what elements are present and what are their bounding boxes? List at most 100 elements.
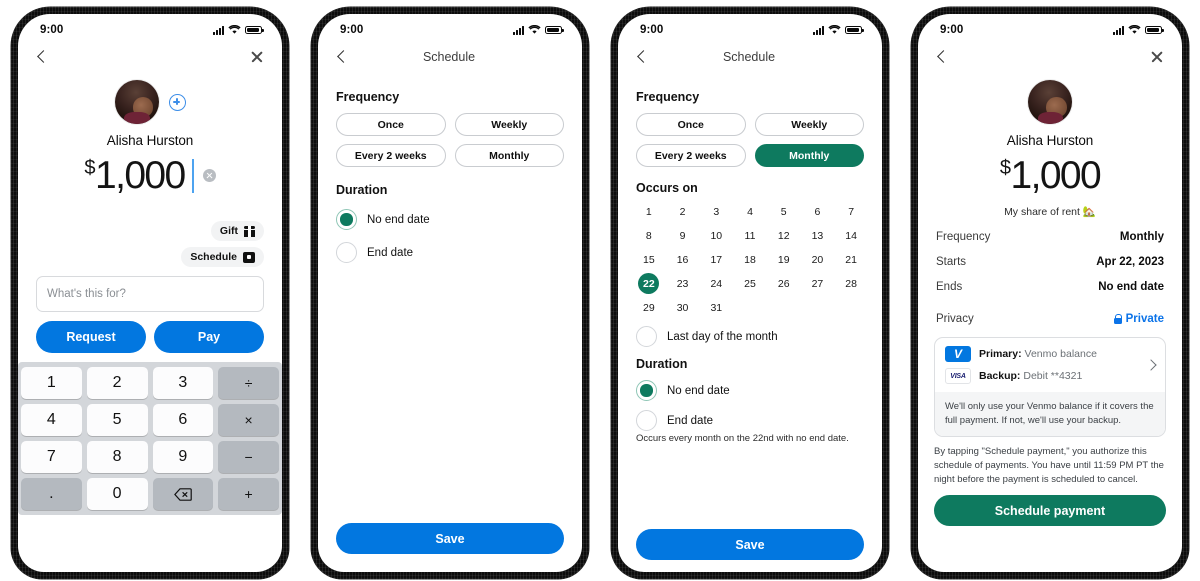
day-cell[interactable]: 28 [834, 273, 868, 294]
schedule-button[interactable]: Schedule [181, 247, 264, 267]
day-cell[interactable]: 7 [834, 201, 868, 222]
key-0[interactable]: 0 [86, 478, 148, 510]
day-cell[interactable]: 24 [699, 273, 733, 294]
detail-row-starts: Starts Apr 22, 2023 [918, 256, 1182, 268]
day-cell[interactable]: 5 [767, 201, 801, 222]
frequency-options: Once Weekly Every 2 weeks Monthly [618, 104, 882, 167]
calendar-icon [243, 251, 255, 263]
detail-key: Starts [936, 256, 967, 268]
payment-method-backup: VISA Backup: Debit **4321 [945, 368, 1133, 384]
chip-group: Gift Schedule [18, 221, 282, 267]
frequency-option-monthly[interactable]: Monthly [754, 144, 864, 167]
backspace-icon [173, 487, 192, 501]
day-cell-selected[interactable]: 22 [632, 273, 666, 294]
key-minus[interactable]: − [218, 441, 279, 473]
save-button[interactable]: Save [636, 529, 864, 560]
day-cell[interactable]: 10 [699, 225, 733, 246]
duration-option-no-end-date[interactable]: No end date [318, 209, 582, 230]
chevron-right-icon[interactable] [1146, 361, 1155, 370]
day-cell[interactable]: 13 [801, 225, 835, 246]
day-cell[interactable]: 1 [632, 201, 666, 222]
day-cell[interactable]: 6 [801, 201, 835, 222]
key-backspace[interactable] [152, 478, 214, 510]
back-button[interactable] [936, 51, 948, 63]
last-day-of-month-option[interactable]: Last day of the month [618, 326, 882, 347]
day-cell[interactable]: 16 [666, 249, 700, 270]
request-button[interactable]: Request [36, 321, 146, 353]
add-person-icon[interactable] [168, 93, 186, 111]
day-cell[interactable]: 30 [666, 297, 700, 318]
day-cell[interactable]: 8 [632, 225, 666, 246]
save-button[interactable]: Save [336, 523, 564, 554]
key-3[interactable]: 3 [152, 367, 214, 399]
status-time: 9:00 [40, 24, 64, 36]
gift-button[interactable]: Gift [210, 221, 264, 241]
duration-option-end-date[interactable]: End date [618, 410, 882, 431]
frequency-option-weekly[interactable]: Weekly [754, 113, 864, 136]
day-cell[interactable]: 3 [699, 201, 733, 222]
day-cell[interactable]: 25 [733, 273, 767, 294]
frequency-option-every-2-weeks[interactable]: Every 2 weeks [336, 144, 446, 167]
frequency-option-monthly[interactable]: Monthly [454, 144, 564, 167]
payment-note: My share of rent 🏡 [1004, 206, 1096, 218]
status-bar: 9:00 [918, 14, 1182, 40]
day-cell[interactable]: 29 [632, 297, 666, 318]
back-button[interactable] [36, 51, 48, 63]
key-plus[interactable]: + [218, 478, 279, 510]
key-divide[interactable]: ÷ [218, 367, 279, 399]
key-7[interactable]: 7 [21, 441, 82, 473]
status-indicators [813, 25, 864, 35]
back-button[interactable] [636, 51, 648, 63]
key-multiply[interactable]: × [218, 404, 279, 436]
key-decimal[interactable]: . [21, 478, 82, 510]
back-button[interactable] [336, 51, 348, 63]
key-1[interactable]: 1 [21, 367, 82, 399]
day-cell[interactable]: 21 [834, 249, 868, 270]
phone-amount-entry: 9:00 Alisha Hurston $1,000 Gift Schedule… [0, 0, 300, 581]
key-9[interactable]: 9 [152, 441, 214, 473]
close-button[interactable] [250, 50, 264, 64]
duration-option-no-end-date[interactable]: No end date [618, 380, 882, 401]
day-cell[interactable]: 14 [834, 225, 868, 246]
day-cell[interactable]: 26 [767, 273, 801, 294]
key-8[interactable]: 8 [86, 441, 148, 473]
privacy-row[interactable]: Privacy Private [918, 313, 1182, 325]
recipient-profile: Alisha Hurston $1,000 [18, 74, 282, 195]
radio-unselected-icon [636, 326, 657, 347]
key-5[interactable]: 5 [86, 404, 148, 436]
key-4[interactable]: 4 [21, 404, 82, 436]
duration-heading: Duration [336, 183, 388, 197]
day-cell[interactable]: 15 [632, 249, 666, 270]
day-cell[interactable]: 20 [801, 249, 835, 270]
close-button[interactable] [1150, 50, 1164, 64]
note-input[interactable]: What's this for? [36, 276, 264, 312]
currency-symbol: $ [999, 157, 1011, 179]
day-cell[interactable]: 4 [733, 201, 767, 222]
frequency-option-weekly[interactable]: Weekly [454, 113, 564, 136]
frequency-option-once[interactable]: Once [336, 113, 446, 136]
clear-amount-icon[interactable] [202, 169, 216, 182]
day-cell[interactable]: 19 [767, 249, 801, 270]
day-cell[interactable]: 18 [733, 249, 767, 270]
day-cell[interactable]: 9 [666, 225, 700, 246]
schedule-payment-button[interactable]: Schedule payment [934, 495, 1166, 527]
day-cell[interactable]: 11 [733, 225, 767, 246]
day-cell[interactable]: 17 [699, 249, 733, 270]
duration-option-end-date[interactable]: End date [318, 242, 582, 263]
status-bar: 9:00 [18, 14, 282, 40]
key-2[interactable]: 2 [86, 367, 148, 399]
frequency-option-once[interactable]: Once [636, 113, 746, 136]
payment-method-card[interactable]: V Primary: Venmo balance VISA Backup: De… [934, 337, 1166, 437]
pay-button[interactable]: Pay [154, 321, 264, 353]
day-cell[interactable]: 2 [666, 201, 700, 222]
key-6[interactable]: 6 [152, 404, 214, 436]
day-cell[interactable]: 23 [666, 273, 700, 294]
frequency-option-every-2-weeks[interactable]: Every 2 weeks [636, 144, 746, 167]
day-cell[interactable]: 31 [699, 297, 733, 318]
day-cell[interactable]: 27 [801, 273, 835, 294]
privacy-value[interactable]: Private [1113, 313, 1164, 325]
day-cell[interactable]: 12 [767, 225, 801, 246]
last-day-label: Last day of the month [667, 330, 778, 343]
amount-display[interactable]: $1,000 [18, 156, 282, 195]
